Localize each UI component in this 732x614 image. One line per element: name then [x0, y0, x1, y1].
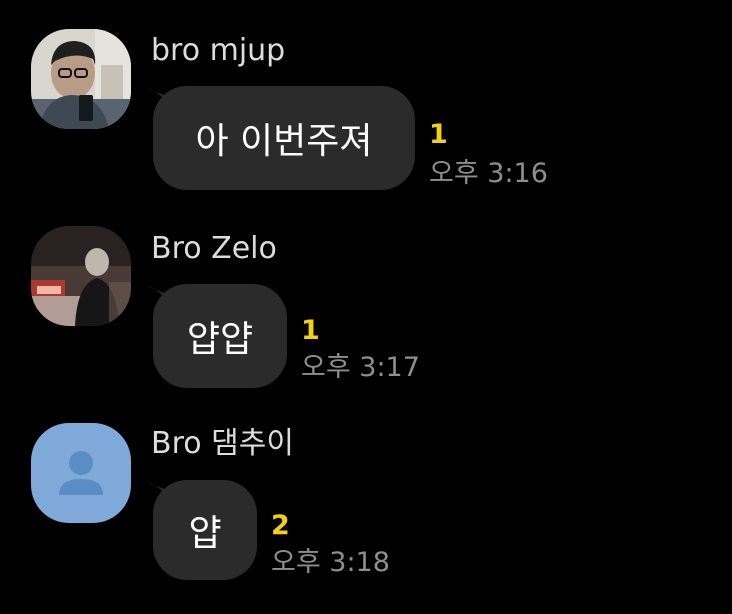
message-text: 얍얍 [186, 319, 254, 360]
sender-name: Bro Zelo [151, 231, 277, 266]
message-time: 오후 3:17 [301, 352, 420, 383]
message-text: 얍 [188, 513, 222, 554]
sender-name: bro mjup [151, 33, 286, 68]
message-time: 오후 3:16 [429, 158, 548, 189]
message-time: 오후 3:18 [271, 547, 390, 578]
unread-count: 2 [271, 510, 290, 541]
message-bubble[interactable]: 얍얍 [153, 284, 287, 388]
avatar[interactable] [31, 423, 131, 523]
unread-count: 1 [429, 119, 448, 150]
sender-name: Bro 댐추이 [151, 426, 294, 461]
avatar[interactable] [31, 226, 131, 326]
message-bubble[interactable]: 얍 [153, 480, 257, 580]
unread-count: 1 [301, 315, 320, 346]
message-text: 아 이번주져 [195, 121, 373, 162]
avatar[interactable] [31, 29, 131, 129]
message-bubble[interactable]: 아 이번주져 [153, 86, 415, 190]
avatar-photo [31, 226, 131, 326]
default-person-icon [59, 451, 103, 495]
avatar-photo [31, 29, 131, 129]
